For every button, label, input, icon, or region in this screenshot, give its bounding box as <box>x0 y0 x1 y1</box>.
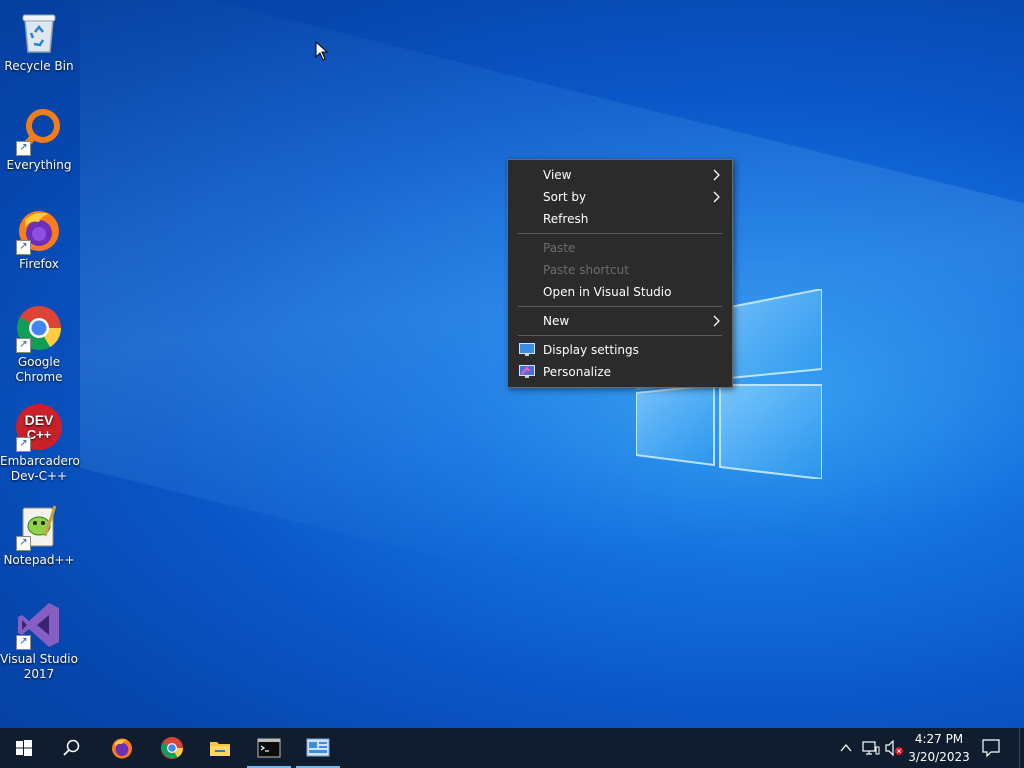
desktop-icon-recycle-bin[interactable]: Recycle Bin <box>0 8 78 74</box>
desktop-icon-label: Notepad++ <box>3 553 75 567</box>
shortcut-arrow-icon: ↗ <box>16 240 31 255</box>
mouse-cursor-icon <box>315 41 329 61</box>
desktop-icon-label: Embarcadero Dev-C++ <box>0 454 80 483</box>
menu-separator <box>518 335 722 336</box>
menu-item-display-settings[interactable]: Display settings <box>509 339 731 361</box>
shortcut-arrow-icon: ↗ <box>16 141 31 156</box>
command-prompt-icon <box>257 738 281 758</box>
taskbar: 4:27 PM 3/20/2023 <box>0 728 1024 768</box>
menu-item-personalize[interactable]: Personalize <box>509 361 731 383</box>
menu-item-open-in-visual-studio[interactable]: Open in Visual Studio <box>509 281 731 303</box>
clock-time: 4:27 PM <box>914 732 964 746</box>
taskbar-command-prompt-button[interactable] <box>245 728 293 768</box>
devcpp-icon: DEV C++ ↗ <box>15 403 63 452</box>
chrome-icon: ↗ <box>15 304 63 353</box>
desktop-context-menu: View Sort by Refresh Paste Paste shortcu… <box>507 159 733 388</box>
menu-item-paste-shortcut[interactable]: Paste shortcut <box>509 259 731 281</box>
taskbar-file-explorer-button[interactable] <box>196 728 244 768</box>
menu-item-sort-by[interactable]: Sort by <box>509 186 731 208</box>
chevron-right-icon <box>713 315 720 327</box>
desktop-icon-visual-studio[interactable]: ↗ Visual Studio 2017 <box>0 601 78 682</box>
shortcut-arrow-icon: ↗ <box>16 437 31 452</box>
desktop-icon-label: Everything <box>6 158 72 172</box>
taskbar-control-panel-button[interactable] <box>294 728 342 768</box>
menu-item-paste[interactable]: Paste <box>509 237 731 259</box>
search-icon <box>63 739 80 756</box>
menu-item-new[interactable]: New <box>509 310 731 332</box>
menu-separator <box>518 233 722 234</box>
notepadpp-icon: ↗ <box>15 502 63 551</box>
start-icon <box>16 740 32 756</box>
taskbar-firefox-button[interactable] <box>98 728 146 768</box>
desktop-icon-google-chrome[interactable]: ↗ Google Chrome <box>0 304 78 385</box>
desktop-icon-label: Recycle Bin <box>4 59 74 73</box>
show-hidden-icons-chevron-icon[interactable] <box>839 741 853 755</box>
chrome-icon <box>161 737 183 759</box>
show-desktop-button[interactable] <box>1019 728 1024 768</box>
desktop-icon-notepadpp[interactable]: ↗ Notepad++ <box>0 502 78 568</box>
display-settings-icon <box>519 343 535 356</box>
firefox-icon: ↗ <box>15 206 63 255</box>
taskbar-clock[interactable]: 4:27 PM 3/20/2023 <box>906 730 972 766</box>
chevron-right-icon <box>713 169 720 181</box>
everything-search-icon: ↗ <box>15 107 63 156</box>
menu-item-refresh[interactable]: Refresh <box>509 208 731 230</box>
firefox-icon <box>112 738 132 759</box>
shortcut-arrow-icon: ↗ <box>16 635 31 650</box>
menu-item-view[interactable]: View <box>509 164 731 186</box>
clock-date: 3/20/2023 <box>908 750 970 764</box>
start-button[interactable] <box>0 728 48 768</box>
recycle-bin-icon <box>15 8 63 56</box>
desktop-icon-label: Google Chrome <box>15 355 63 384</box>
devcpp-logo-text: DEV <box>25 412 54 428</box>
desktop-icon-devcpp[interactable]: DEV C++ ↗ Embarcadero Dev-C++ <box>0 403 80 484</box>
action-center-icon[interactable] <box>982 739 1000 757</box>
desktop-icon-label: Visual Studio 2017 <box>0 652 78 681</box>
shortcut-arrow-icon: ↗ <box>16 536 31 551</box>
taskbar-chrome-button[interactable] <box>148 728 196 768</box>
control-panel-icon <box>306 738 330 757</box>
taskbar-search-button[interactable] <box>48 728 96 768</box>
desktop-icon-firefox[interactable]: ↗ Firefox <box>0 206 78 272</box>
desktop-icon-everything[interactable]: ↗ Everything <box>0 107 78 173</box>
visual-studio-icon: ↗ <box>15 601 63 650</box>
personalize-icon <box>519 365 535 378</box>
desktop-icon-label: Firefox <box>19 257 59 271</box>
file-explorer-icon <box>210 742 230 756</box>
network-icon[interactable] <box>862 740 880 756</box>
chevron-right-icon <box>713 191 720 203</box>
volume-muted-icon[interactable] <box>885 740 905 756</box>
shortcut-arrow-icon: ↗ <box>16 338 31 353</box>
menu-separator <box>518 306 722 307</box>
